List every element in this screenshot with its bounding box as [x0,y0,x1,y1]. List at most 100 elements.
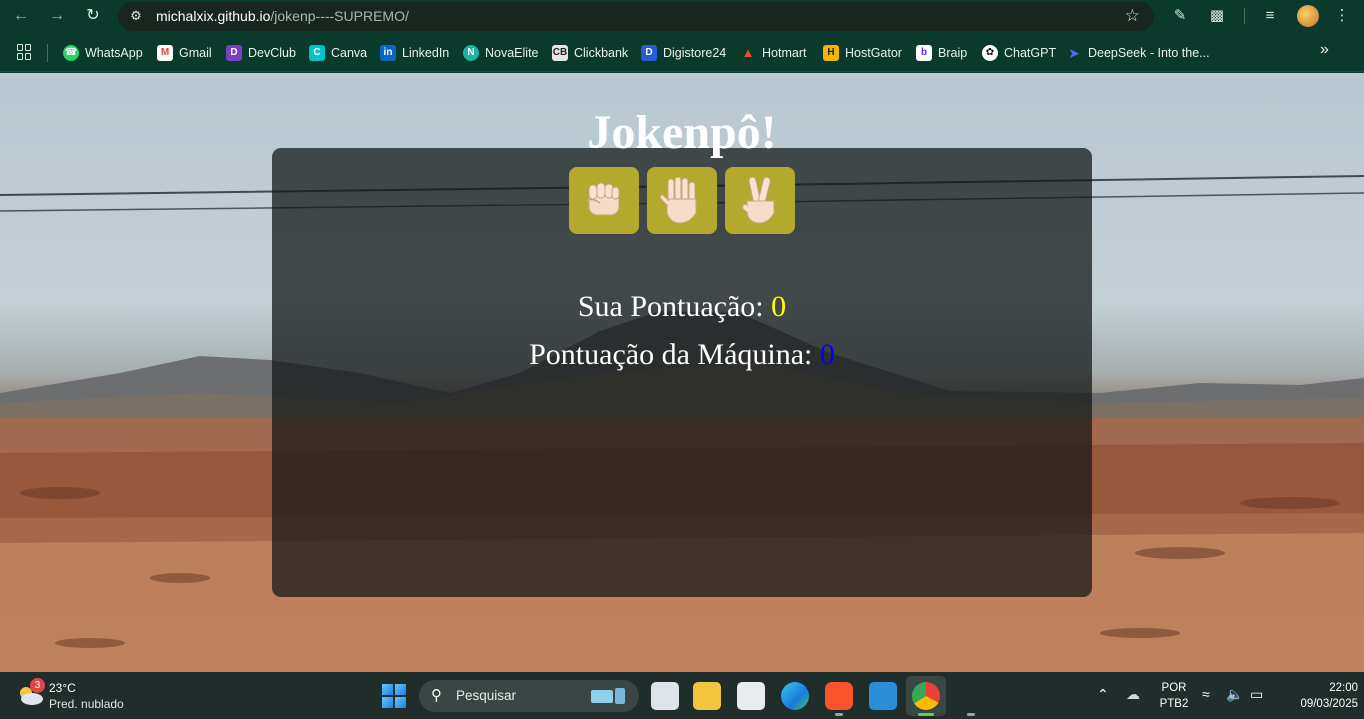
address-bar[interactable]: ⚙ michalxix.github.io/jokenp----SUPREMO/… [118,2,1154,31]
paper-button[interactable] [647,167,717,234]
language-code[interactable]: POR [1158,682,1190,694]
machine-score-label: Pontuação da Máquina: [529,338,820,371]
bookmark-deepseek[interactable]: ➤ DeepSeek - Into the... [1066,43,1210,62]
machine-score: Pontuação da Máquina: 0 [0,338,1364,372]
pen-icon[interactable]: ✎ [1169,5,1191,27]
gmail-icon: M [157,44,173,61]
bookmark-canva[interactable]: C Canva [309,43,367,62]
url-path: /jokenp----SUPREMO/ [270,8,409,24]
search-highlight-icon [591,688,625,704]
bookmark-label: Gmail [179,45,212,60]
bookmark-label: Canva [331,45,368,60]
weather-temperature: 23°C [49,681,76,695]
bookmark-label: NovaElite [485,45,539,60]
profile-avatar[interactable] [1297,5,1319,27]
chrome-icon[interactable] [912,682,940,710]
reload-icon[interactable]: ↻ [80,4,106,28]
bookmark-label: ChatGPT [1004,45,1057,60]
bookmark-clickbank[interactable]: CB Clickbank [552,43,628,62]
novaelite-icon: N [463,44,479,61]
bookmark-devclub[interactable]: D DevClub [226,43,296,62]
choice-buttons [569,167,795,234]
bookmark-hostgator[interactable]: H HostGator [823,43,902,62]
volume-icon[interactable]: 🔈 [1226,686,1243,703]
hotmart-icon: ▲ [741,44,755,60]
weather-description: Pred. nublado [49,697,124,711]
back-arrow-icon[interactable]: ← [8,4,34,28]
hostgator-icon: H [823,44,839,61]
url-text[interactable]: michalxix.github.io/jokenp----SUPREMO/ [156,8,409,24]
bookmark-braip[interactable]: b Braip [916,43,967,62]
search-placeholder: Pesquisar [456,688,517,703]
rock-button[interactable] [569,167,639,234]
player-score: Sua Pontuação: 0 [0,290,1364,324]
keyboard-layout[interactable]: PTB2 [1157,698,1191,710]
devclub-icon: D [226,44,242,61]
fist-icon [586,182,620,216]
running-indicator [967,713,975,716]
brave-icon[interactable] [825,682,853,710]
page-viewport [0,73,1364,672]
clock-date[interactable]: 09/03/2025 [1288,698,1358,710]
bookmark-digistore24[interactable]: D Digistore24 [641,43,726,62]
scissors-button[interactable] [725,167,795,234]
battery-icon[interactable]: ▭ [1250,686,1263,703]
bookmark-label: Hotmart [762,45,807,60]
whatsapp-icon: ☎ [63,44,79,61]
vscode-icon[interactable] [869,682,897,710]
menu-kebab-icon[interactable]: ⋮ [1331,5,1353,27]
running-indicator [835,713,843,716]
bookmark-hotmart[interactable]: ▲ Hotmart [740,43,807,62]
task-view-icon[interactable] [651,682,679,710]
clickbank-icon: CB [552,44,568,61]
bookmark-label: DevClub [248,45,296,60]
edge-icon[interactable] [781,682,809,710]
more-bookmarks-chevron-icon[interactable]: » [1320,41,1329,59]
site-settings-icon[interactable]: ⚙ [128,8,144,24]
bookmark-star-icon[interactable]: ☆ [1125,6,1140,26]
bookmark-gmail[interactable]: M Gmail [157,43,212,62]
player-score-label: Sua Pontuação: [577,290,772,323]
linkedin-icon: in [380,44,396,61]
windows-start-icon[interactable] [382,684,406,708]
onedrive-cloud-icon[interactable]: ☁ [1126,686,1140,703]
file-explorer-icon[interactable] [693,682,721,710]
taskbar-search[interactable]: ⚲ Pesquisar [419,680,639,712]
player-score-value: 0 [771,290,787,323]
canva-icon: C [309,44,325,61]
bookmark-linkedin[interactable]: in LinkedIn [380,43,449,62]
notification-badge: 3 [30,678,45,693]
bookmark-whatsapp[interactable]: ☎ WhatsApp [63,43,143,62]
bookmark-label: DeepSeek - Into the... [1088,45,1210,60]
apps-grid-icon[interactable] [17,44,33,60]
bookmark-label: LinkedIn [402,45,450,60]
machine-score-value: 0 [819,338,835,371]
toolbar-divider [1244,8,1245,24]
game-title: Jokenpô! [587,106,777,159]
digistore-icon: D [641,44,657,61]
bookmarks-bar: ☎ WhatsApp M Gmail D DevClub C Canva in … [0,33,1364,72]
url-host: michalxix.github.io [156,8,271,24]
media-queue-icon[interactable]: ≡ [1259,5,1281,27]
bookmark-label: Digistore24 [663,45,727,60]
browser-toolbar: ← → ↻ ⚙ michalxix.github.io/jokenp----SU… [0,0,1364,33]
braip-icon: b [916,44,932,61]
bookmark-novaelite[interactable]: N NovaElite [463,43,539,62]
clock-time[interactable]: 22:00 [1304,682,1358,694]
chatgpt-icon: ✿ [982,44,998,61]
active-indicator [918,713,934,716]
search-icon: ⚲ [431,687,442,704]
bookmark-label: Braip [938,45,968,60]
bookmark-chatgpt[interactable]: ✿ ChatGPT [982,43,1056,62]
victory-hand-icon [742,177,775,224]
deepseek-icon: ➤ [1068,44,1080,61]
extensions-puzzle-icon[interactable]: ▩ [1206,5,1228,27]
chevron-up-icon[interactable]: ⌃ [1097,686,1109,703]
open-hand-icon [660,177,697,224]
wifi-icon[interactable]: ≈ [1202,686,1210,702]
bookmark-label: WhatsApp [85,45,143,60]
windows-taskbar: 3 23°C Pred. nublado ⚲ Pesquisar ⌃ ☁ POR… [0,672,1364,719]
bookmarks-divider [47,44,48,62]
forward-arrow-icon[interactable]: → [44,4,70,28]
microsoft-store-icon[interactable] [737,682,765,710]
